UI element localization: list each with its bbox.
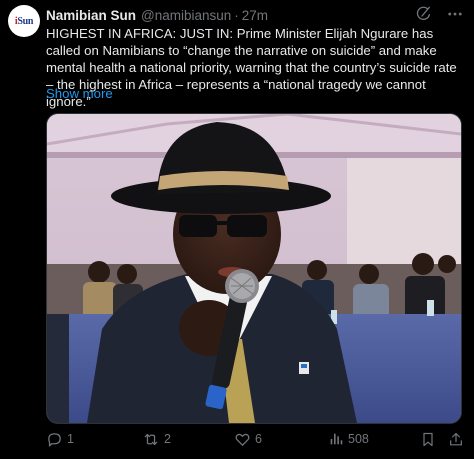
bookmark-icon xyxy=(420,431,436,448)
separator-dot: · xyxy=(234,7,239,23)
avatar[interactable]: iSun xyxy=(8,5,40,37)
bookmark-button[interactable] xyxy=(420,428,436,450)
reply-button[interactable]: 1 xyxy=(46,428,74,450)
like-button[interactable]: 6 xyxy=(234,428,262,450)
reply-count: 1 xyxy=(67,432,74,446)
views-button[interactable]: 508 xyxy=(328,428,369,450)
like-count: 6 xyxy=(255,432,262,446)
share-button[interactable] xyxy=(448,428,464,450)
repost-button[interactable]: 2 xyxy=(142,428,171,450)
views-icon xyxy=(328,431,344,447)
tweet-photo[interactable] xyxy=(46,113,462,424)
tweet-header: Namibian Sun @namibiansun · 27m xyxy=(46,6,422,24)
tweet[interactable]: iSun Namibian Sun @namibiansun · 27m HIG… xyxy=(0,0,474,459)
like-icon xyxy=(234,431,251,448)
views-count: 508 xyxy=(348,432,369,446)
share-icon xyxy=(448,431,464,448)
account-handle[interactable]: @namibiansun xyxy=(141,8,231,23)
reply-icon xyxy=(46,431,63,448)
account-name[interactable]: Namibian Sun xyxy=(46,8,136,23)
photo-image xyxy=(47,114,461,423)
grok-icon[interactable] xyxy=(416,6,432,22)
repost-icon xyxy=(142,431,160,448)
more-icon[interactable] xyxy=(446,5,464,23)
timestamp[interactable]: 27m xyxy=(242,8,268,23)
show-more-link[interactable]: Show more xyxy=(46,86,113,101)
top-icons xyxy=(416,4,464,24)
repost-count: 2 xyxy=(164,432,171,446)
action-bar: 1 2 6 508 xyxy=(46,428,466,450)
avatar-logo: iSun xyxy=(14,15,34,27)
